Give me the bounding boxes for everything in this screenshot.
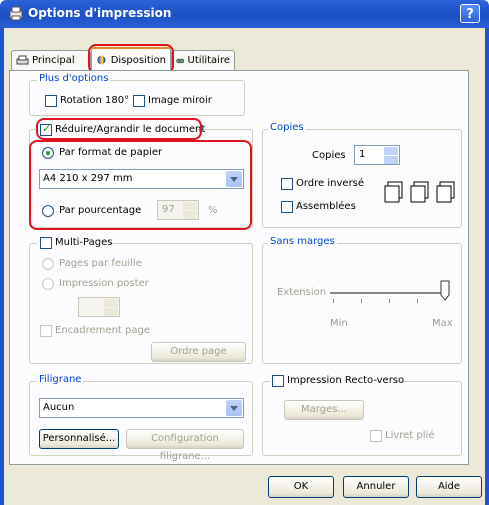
watermark-title: Filigrane [37,374,84,385]
page-border-label: Encadrement page [55,325,150,336]
tab-utilitaire-label: Utilitaire [187,55,230,66]
copies-title: Copies [268,122,306,133]
tab-principal-label: Principal [32,55,75,66]
help-button[interactable]: Aide [416,476,482,498]
duplex-label: Impression Recto-verso [287,375,405,386]
duplex-checkbox[interactable] [272,375,284,387]
title-help-button[interactable]: ? [460,4,480,23]
copies-spinner[interactable]: 1 [354,145,400,165]
window-title: Options d'impression [28,6,172,20]
extension-slider-track [330,292,448,294]
borderless-title: Sans marges [268,236,337,247]
tab-utilitaire[interactable]: Utilitaire [171,50,235,70]
tab-principal[interactable]: Principal [11,50,91,70]
extension-label: Extension [277,287,327,298]
collate-checkbox[interactable] [281,201,293,213]
custom-watermark-button[interactable]: Personnalisé... [39,429,119,449]
rotation-checkbox[interactable] [45,95,57,107]
tools-icon [176,58,185,63]
booklet-label: Livret plié [385,430,435,441]
title-bar[interactable]: Options d'impression ? [0,0,489,28]
slider-tick [333,299,334,303]
window-frame-right [485,28,489,505]
watermark-select[interactable]: Aucun [39,398,244,418]
per-sheet-label: Pages par feuille [59,258,142,269]
spin-up-icon [384,147,398,155]
page-border-checkbox[interactable] [40,325,52,337]
multipage-checkbox[interactable] [40,237,52,249]
poster-radio[interactable] [42,278,54,290]
window-frame-left [0,28,4,505]
spin-down-icon [384,156,398,164]
multipage-label: Multi-Pages [55,237,113,248]
watermark-value: Aucun [43,402,75,413]
copies-value: 1 [359,149,366,160]
collate-pages-icon [384,181,455,203]
group-borderless [262,243,462,364]
spin-down-icon [104,308,118,316]
ok-button[interactable]: OK [268,476,334,498]
reverse-order-label: Ordre inversé [296,178,365,189]
margins-button[interactable]: Marges... [284,400,364,420]
mirror-label: Image miroir [148,95,212,106]
highlight-reduce [36,118,202,140]
printer-icon [16,55,29,64]
spin-up-icon [104,299,118,307]
slider-tick [389,299,390,303]
rotation-label: Rotation 180° [60,95,130,106]
mirror-checkbox[interactable] [133,95,145,107]
slider-min-label: Min [330,318,348,329]
chevron-down-icon [226,400,242,416]
page-order-button[interactable]: Ordre page [151,342,246,362]
extension-slider-thumb[interactable] [438,280,452,302]
pages-spinner[interactable] [78,297,120,317]
watermark-config-button[interactable]: Configuration filigrane... [126,429,244,462]
plus-options-title: Plus d'options [37,73,111,84]
cancel-button[interactable]: Annuler [343,476,409,498]
slider-max-label: Max [432,318,453,329]
highlight-paper [29,140,252,230]
slider-tick [417,299,418,303]
slider-tick [361,299,362,303]
poster-label: Impression poster [59,278,149,289]
reverse-order-checkbox[interactable] [281,178,293,190]
collate-label: Assemblées [296,201,356,212]
copies-label: Copies [312,150,346,161]
per-sheet-radio[interactable] [42,258,54,270]
printer-app-icon [9,6,23,21]
booklet-checkbox[interactable] [370,430,382,442]
